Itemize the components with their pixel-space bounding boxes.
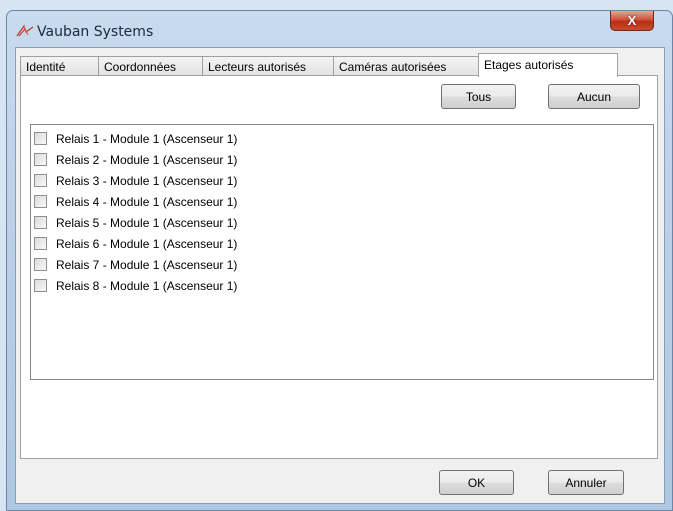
relais-3-checkbox[interactable] [34,174,47,187]
list-item-label: Relais 7 - Module 1 (Ascenseur 1) [56,257,238,272]
tab-etages-autorises[interactable]: Etages autorisés [478,53,618,77]
list-item[interactable]: Relais 7 - Module 1 (Ascenseur 1) [31,254,653,275]
list-item[interactable]: Relais 2 - Module 1 (Ascenseur 1) [31,149,653,170]
list-item-label: Relais 4 - Module 1 (Ascenseur 1) [56,194,238,209]
list-item[interactable]: Relais 5 - Module 1 (Ascenseur 1) [31,212,653,233]
list-item-label: Relais 3 - Module 1 (Ascenseur 1) [56,173,238,188]
select-none-button[interactable]: Aucun [548,84,640,109]
tab-panel-etages: Tous Aucun Relais 1 - Module 1 (Ascenseu… [20,75,658,459]
close-icon: X [627,13,637,28]
tab-cameras-autorisees[interactable]: Caméras autorisées [333,56,479,76]
tab-coordonnees[interactable]: Coordonnées [98,56,203,76]
relais-1-checkbox[interactable] [34,132,47,145]
dialog-window: Vauban Systems X Identité Coordonnées Le… [6,10,673,511]
list-item[interactable]: Relais 3 - Module 1 (Ascenseur 1) [31,170,653,191]
list-item-label: Relais 1 - Module 1 (Ascenseur 1) [56,131,238,146]
relais-4-checkbox[interactable] [34,195,47,208]
ok-button[interactable]: OK [439,470,514,495]
list-item-label: Relais 8 - Module 1 (Ascenseur 1) [56,278,238,293]
floors-checklist[interactable]: Relais 1 - Module 1 (Ascenseur 1) Relais… [30,124,654,380]
dialog-client-area: Identité Coordonnées Lecteurs autorisés … [15,47,665,504]
window-title: Vauban Systems [37,24,154,40]
title-bar[interactable]: Vauban Systems X [7,11,672,47]
tab-identite[interactable]: Identité [20,56,99,76]
list-item-label: Relais 2 - Module 1 (Ascenseur 1) [56,152,238,167]
list-item-label: Relais 6 - Module 1 (Ascenseur 1) [56,236,238,251]
list-item[interactable]: Relais 1 - Module 1 (Ascenseur 1) [31,128,653,149]
cancel-button[interactable]: Annuler [548,470,624,495]
dialog-button-bar: OK Annuler [16,459,664,503]
relais-5-checkbox[interactable] [34,216,47,229]
list-item[interactable]: Relais 6 - Module 1 (Ascenseur 1) [31,233,653,254]
select-all-button[interactable]: Tous [441,84,516,109]
close-button[interactable]: X [610,11,654,31]
list-item[interactable]: Relais 8 - Module 1 (Ascenseur 1) [31,275,653,296]
vauban-logo-icon [16,24,34,38]
relais-2-checkbox[interactable] [34,153,47,166]
relais-6-checkbox[interactable] [34,237,47,250]
tab-lecteurs-autorises[interactable]: Lecteurs autorisés [202,56,334,76]
list-item-label: Relais 5 - Module 1 (Ascenseur 1) [56,215,238,230]
relais-7-checkbox[interactable] [34,258,47,271]
relais-8-checkbox[interactable] [34,279,47,292]
list-item[interactable]: Relais 4 - Module 1 (Ascenseur 1) [31,191,653,212]
